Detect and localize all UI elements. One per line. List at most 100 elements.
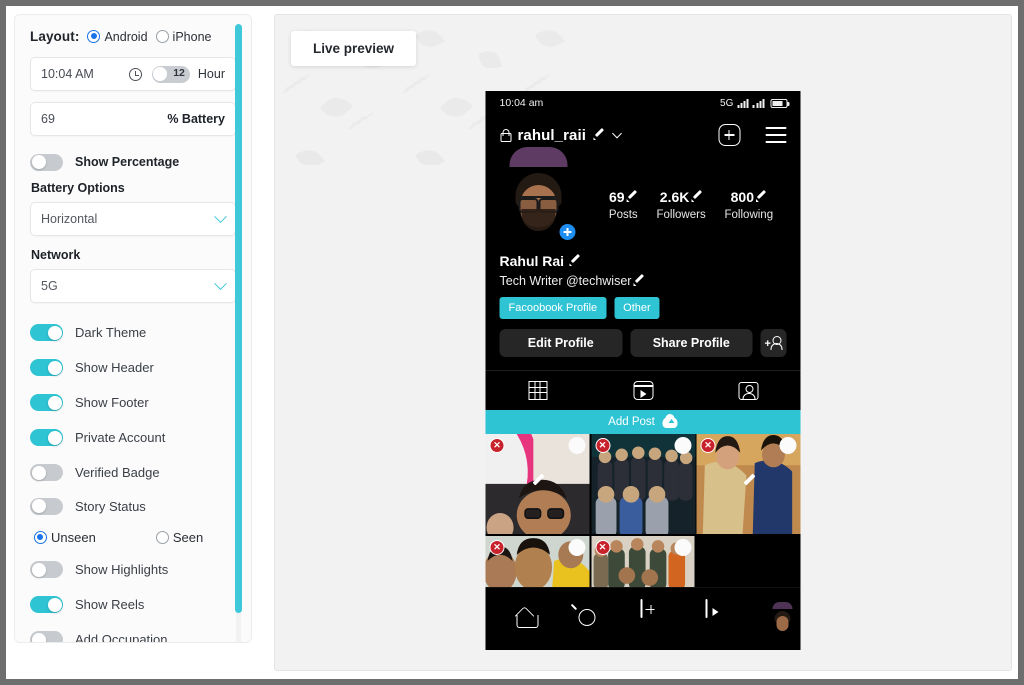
network-select[interactable]: 5G [30,269,236,303]
story-status-toggle[interactable] [30,497,63,515]
profile-link-other[interactable]: Other [614,297,660,319]
tab-grid[interactable] [486,371,591,410]
select-post-icon[interactable] [568,437,586,454]
tab-reels[interactable] [591,371,696,410]
battery-unit-label: % Battery [167,112,225,126]
grid-post[interactable]: ✕ [485,434,590,534]
show-percentage-row[interactable]: Show Percentage [30,147,236,177]
grid-post[interactable]: ✕ [591,434,695,534]
select-post-icon[interactable] [674,437,691,454]
radio-android-icon[interactable] [87,30,101,43]
add-occupation-label: Add Occupation [75,632,168,643]
toggle-row-show-header[interactable]: Show Header [30,350,236,385]
show-reels-toggle[interactable] [30,596,63,613]
show-footer-toggle[interactable] [30,394,63,411]
clock-icon[interactable] [128,67,142,81]
toggle-row-show-reels[interactable]: Show Reels [30,587,236,622]
layout-option-android[interactable]: Android [87,29,148,44]
profile-bio-text: Tech Writer @techwiser [499,274,632,288]
add-post-bar[interactable]: Add Post [485,410,801,434]
story-status-label: Story Status [75,498,146,514]
add-person-icon: + [765,336,783,350]
battery-options-select[interactable]: Horizontal [30,202,236,236]
time-field[interactable]: 10:04 AM 12 Hour [30,57,236,91]
delete-post-icon[interactable]: ✕ [489,539,505,555]
pencil-icon[interactable] [530,477,545,492]
radio-seen-icon[interactable] [155,530,169,544]
add-occupation-toggle[interactable] [30,631,63,642]
toggle-row-show-highlights[interactable]: Show Highlights [30,552,236,587]
toggle-row-show-footer[interactable]: Show Footer [30,385,236,420]
layout-android-label: Android [104,29,148,44]
radio-unseen-icon[interactable] [34,530,47,544]
status-network-label: 5G [720,97,734,109]
tab-tagged[interactable] [696,371,801,410]
verified-badge-toggle[interactable] [30,464,63,481]
grid-post[interactable]: ✕ [485,535,590,587]
hamburger-menu-icon[interactable] [765,127,787,143]
dark-theme-toggle[interactable] [30,324,63,341]
add-story-icon[interactable] [557,222,578,242]
toggle-row-verified-badge[interactable]: Verified Badge [30,455,236,490]
show-highlights-toggle[interactable] [30,561,63,578]
toggle-row-story-status[interactable]: Story Status [30,490,236,522]
pencil-icon[interactable] [633,276,644,287]
share-profile-button[interactable]: Share Profile [630,329,753,357]
chevron-down-icon[interactable] [214,209,227,223]
delete-post-icon[interactable]: ✕ [595,438,610,453]
nav-add[interactable] [640,599,643,618]
toggle-row-private-account[interactable]: Private Account [30,420,236,455]
profile-username[interactable]: rahul_raii [518,127,587,144]
toggle-row-add-occupation[interactable]: Add Occupation [30,622,236,643]
profile-link-facebook[interactable]: Facoobook Profile [499,297,607,319]
delete-post-icon[interactable]: ✕ [489,438,505,453]
pencil-icon[interactable] [569,256,580,267]
pencil-icon[interactable] [741,477,756,492]
layout-option-iphone[interactable]: iPhone [155,30,211,44]
select-post-icon[interactable] [568,538,586,556]
stat-following-label: Following [724,209,774,221]
show-percentage-toggle[interactable] [30,153,63,171]
pencil-icon[interactable] [691,192,702,203]
stat-followers-value: 2.6K [659,189,690,205]
plus-box-icon[interactable] [718,124,741,146]
story-option-seen[interactable]: Seen [155,530,203,545]
story-option-unseen[interactable]: Unseen [34,530,96,545]
grid-post[interactable]: ✕ [591,535,695,587]
radio-iphone-icon[interactable] [155,30,169,43]
profile-avatar[interactable] [500,147,578,245]
grid-post[interactable]: ✕ [696,434,801,534]
delete-post-icon[interactable]: ✕ [700,438,716,453]
add-person-button[interactable]: + [760,329,787,357]
status-time: 10:04 am [499,97,544,109]
nav-reels[interactable] [705,599,708,618]
sidebar-card: Layout: Android iPhone 10:04 AM 12 Hour … [14,14,252,643]
grid-icon [528,381,548,400]
delete-post-icon[interactable]: ✕ [595,539,610,555]
select-post-icon[interactable] [674,538,691,556]
hour-format-toggle[interactable]: 12 [151,65,190,83]
private-account-toggle[interactable] [30,429,63,446]
profile-bio-block: Rahul Rai Tech Writer @techwiser Facoobo… [486,245,801,357]
show-header-toggle[interactable] [30,359,63,376]
select-post-icon[interactable] [779,437,797,454]
stat-following[interactable]: 800 Following [725,189,774,223]
stat-followers[interactable]: 2.6K Followers [656,189,705,223]
stat-posts[interactable]: 69 Posts [609,189,638,223]
chevron-down-icon[interactable] [611,128,622,139]
time-value[interactable]: 10:04 AM [41,67,94,81]
edit-profile-button[interactable]: Edit Profile [499,329,622,357]
layout-row: Layout: Android iPhone [30,29,236,44]
battery-field[interactable]: 69 % Battery [30,102,236,136]
sidebar-scrollbar-thumb[interactable] [235,24,242,613]
pencil-icon[interactable] [593,130,604,141]
add-post-icon [640,599,643,618]
network-value: 5G [41,279,58,293]
chevron-down-icon[interactable] [214,276,227,290]
toggle-row-dark-theme[interactable]: Dark Theme [30,315,236,350]
hour-format-value: 12 [173,66,185,79]
pencil-icon[interactable] [756,192,767,203]
grid-empty-cell [696,535,801,587]
pencil-icon[interactable] [627,192,638,203]
battery-value[interactable]: 69 [41,112,55,126]
